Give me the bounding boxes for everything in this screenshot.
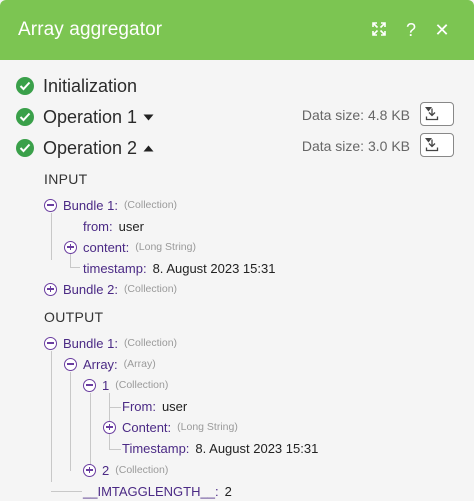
input-from-field: from: user bbox=[83, 218, 144, 234]
input-content-field[interactable]: content: (Long String) bbox=[64, 237, 196, 257]
caret-up-icon[interactable] bbox=[143, 139, 154, 157]
operation-initialization[interactable]: Initialization bbox=[16, 74, 137, 98]
tree-line bbox=[51, 491, 82, 492]
data-size-label: Data size: 4.8 KB bbox=[301, 107, 410, 123]
operation-label: Operation 2 bbox=[43, 137, 138, 158]
collapse-icon[interactable] bbox=[44, 198, 57, 212]
output-array-item-1[interactable]: 1 (Collection) bbox=[83, 375, 168, 395]
tree-line bbox=[70, 372, 71, 471]
operation-label: Initialization bbox=[43, 75, 138, 96]
collapse-icon[interactable] bbox=[44, 336, 57, 350]
operation-label: Operation 1 bbox=[43, 106, 138, 127]
tree-line bbox=[51, 213, 52, 260]
expand-node-icon[interactable] bbox=[83, 463, 96, 477]
help-button[interactable]: ? bbox=[399, 18, 423, 42]
panel-header: Array aggregator ? ✕ bbox=[0, 0, 474, 60]
success-check-icon bbox=[16, 108, 34, 126]
output-section-label: OUTPUT bbox=[44, 309, 104, 325]
input-section-label: INPUT bbox=[44, 171, 88, 187]
download-button[interactable] bbox=[420, 133, 454, 157]
tree-line bbox=[109, 407, 121, 408]
success-check-icon bbox=[16, 139, 34, 157]
array-aggregator-panel: Array aggregator ? ✕ Initialization Oper… bbox=[0, 0, 474, 501]
input-bundle-1[interactable]: Bundle 1: (Collection) bbox=[44, 195, 177, 215]
output-array[interactable]: Array: (Array) bbox=[64, 354, 156, 374]
expand-node-icon[interactable] bbox=[44, 282, 57, 296]
operation-1[interactable]: Operation 1 bbox=[16, 105, 154, 129]
output-bundle-1[interactable]: Bundle 1: (Collection) bbox=[44, 333, 177, 353]
input-timestamp-field: timestamp: 8. August 2023 15:31 bbox=[83, 260, 276, 276]
input-bundle-2[interactable]: Bundle 2: (Collection) bbox=[44, 279, 177, 299]
operation-2[interactable]: Operation 2 bbox=[16, 136, 154, 160]
data-size-label: Data size: 3.0 KB bbox=[301, 138, 410, 154]
tree-line bbox=[70, 267, 80, 268]
output-timestamp-field: Timestamp: 8. August 2023 15:31 bbox=[122, 440, 319, 456]
expand-node-icon[interactable] bbox=[64, 240, 77, 254]
expand-node-icon[interactable] bbox=[103, 420, 116, 434]
tree-line bbox=[109, 449, 121, 450]
chevron-down-icon bbox=[425, 138, 432, 143]
collapse-icon[interactable] bbox=[64, 357, 77, 371]
chevron-down-icon bbox=[425, 107, 432, 112]
caret-down-icon[interactable] bbox=[143, 108, 154, 126]
close-button[interactable]: ✕ bbox=[430, 18, 454, 42]
tree-line bbox=[51, 351, 52, 482]
collapse-icon[interactable] bbox=[83, 378, 96, 392]
output-content-field[interactable]: Content: (Long String) bbox=[103, 417, 238, 437]
download-button[interactable] bbox=[420, 102, 454, 126]
output-length-field: __IMTAGGLENGTH__: 2 bbox=[83, 483, 232, 499]
output-array-item-2[interactable]: 2 (Collection) bbox=[83, 460, 168, 480]
panel-title: Array aggregator bbox=[18, 19, 163, 40]
success-check-icon bbox=[16, 77, 34, 95]
expand-icon[interactable] bbox=[367, 18, 391, 42]
output-from-field: From: user bbox=[122, 398, 188, 414]
panel-content: Initialization Operation 1 Data size: 4.… bbox=[0, 60, 474, 501]
